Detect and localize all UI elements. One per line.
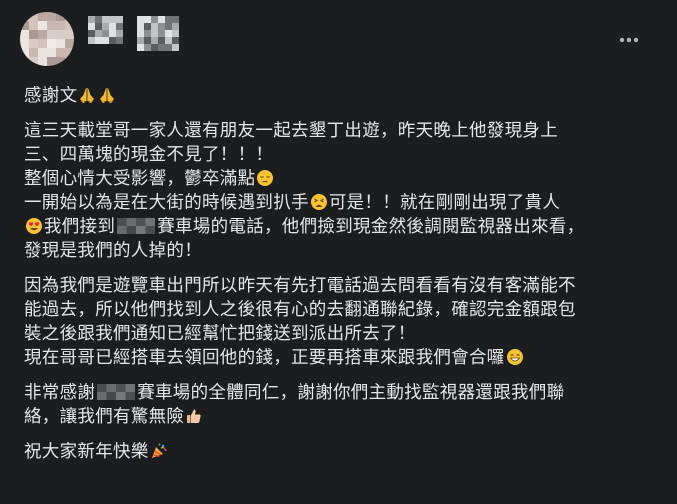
pray-icon	[98, 86, 116, 104]
post-text: 一開始以為是在大街的時候遇到扒手	[24, 193, 309, 213]
author-name-blurred[interactable]	[88, 16, 188, 54]
post-body: 感謝文這三天載堂哥一家人還有朋友一起去墾丁出遊，昨天晚上他發現身上 三、四萬塊的現…	[24, 84, 654, 464]
post-line: 感謝文	[24, 84, 654, 108]
post-line: 這三天載堂哥一家人還有朋友一起去墾丁出遊，昨天晚上他發現身上	[24, 119, 654, 143]
post-line: 發現是我們的人掉的！	[24, 239, 654, 263]
heart-eyes-icon	[25, 217, 43, 235]
post-paragraph: 祝大家新年快樂	[24, 440, 654, 464]
redacted-name-block	[117, 218, 156, 234]
post-line: 非常感謝 賽車場的全體同仁，謝謝你們主動找監視器還跟我們聯	[24, 381, 654, 405]
post-text: 因為我們是遊覽車出門所以昨天有先打電話過去問看看有沒有客滿能不	[24, 276, 576, 296]
post-text: 賽車場的全體同仁，謝謝你們主動找監視器還跟我們聯	[137, 383, 565, 403]
post-text: 三、四萬塊的現金不見了！！！	[24, 145, 274, 165]
post-text: 發現是我們的人掉的！	[24, 241, 202, 261]
post-line: 現在哥哥已經搭車去領回他的錢，正要再搭車來跟我們會合囉	[24, 346, 654, 370]
post-line: 絡，讓我們有驚無險	[24, 405, 654, 429]
party-popper-icon	[150, 442, 168, 460]
thumbs-up-icon	[185, 407, 203, 425]
post-text: 非常感謝	[24, 383, 96, 403]
post-text: 裝之後跟我們通知已經幫忙把錢送到派出所去了！	[24, 324, 416, 344]
post-line: 一開始以為是在大街的時候遇到扒手 可是！！就在剛剛出現了貴人	[24, 191, 654, 215]
post-line: 因為我們是遊覽車出門所以昨天有先打電話過去問看看有沒有客滿能不	[24, 274, 654, 298]
post-paragraph: 非常感謝 賽車場的全體同仁，謝謝你們主動找監視器還跟我們聯絡，讓我們有驚無險	[24, 381, 654, 429]
post-line: 祝大家新年快樂	[24, 440, 654, 464]
post-line: 整個心情大受影響，鬱卒滿點	[24, 167, 654, 191]
post-line: 我們接到 賽車場的電話，他們撿到現金然後調閱監視器出來看，	[24, 215, 654, 239]
more-horizontal-icon	[619, 37, 639, 43]
post-text: 絡，讓我們有驚無險	[24, 407, 185, 427]
post-header	[16, 8, 661, 68]
avatar[interactable]	[20, 12, 74, 66]
post-paragraph: 因為我們是遊覽車出門所以昨天有先打電話過去問看看有沒有客滿能不 能過去，所以他們找…	[24, 274, 654, 370]
post-paragraph: 感謝文	[24, 84, 654, 108]
post-text: 我們接到	[44, 217, 116, 237]
post-text: 能過去，所以他們找到人之後很有心的去翻通聯紀錄，確認完金額跟包	[24, 300, 576, 320]
post-text: 可是！！就在剛剛出現了貴人	[328, 193, 561, 213]
post-text: 賽車場的電話，他們撿到現金然後調閱監視器出來看，	[157, 217, 585, 237]
grinning-face-icon	[506, 348, 524, 366]
post-text: 現在哥哥已經搭車去領回他的錢，正要再搭車來跟我們會合囉	[24, 348, 505, 368]
post-paragraph: 這三天載堂哥一家人還有朋友一起去墾丁出遊，昨天晚上他發現身上 三、四萬塊的現金不見…	[24, 119, 654, 263]
post-text: 這三天載堂哥一家人還有朋友一起去墾丁出遊，昨天晚上他發現身上	[24, 121, 558, 141]
more-options-button[interactable]	[611, 30, 647, 50]
post-line: 能過去，所以他們找到人之後很有心的去翻通聯紀錄，確認完金額跟包	[24, 298, 654, 322]
post-line: 三、四萬塊的現金不見了！！！	[24, 143, 654, 167]
post-text: 整個心情大受影響，鬱卒滿點	[24, 169, 256, 189]
post-line: 裝之後跟我們通知已經幫忙把錢送到派出所去了！	[24, 322, 654, 346]
pensive-face-icon	[256, 169, 274, 187]
post-text: 感謝文	[24, 86, 78, 106]
post-text: 祝大家新年快樂	[24, 442, 149, 462]
tired-face-icon	[310, 193, 328, 211]
post-card: 感謝文這三天載堂哥一家人還有朋友一起去墾丁出遊，昨天晚上他發現身上 三、四萬塊的現…	[0, 0, 677, 504]
redacted-name-block	[97, 384, 136, 400]
pray-icon	[78, 86, 96, 104]
